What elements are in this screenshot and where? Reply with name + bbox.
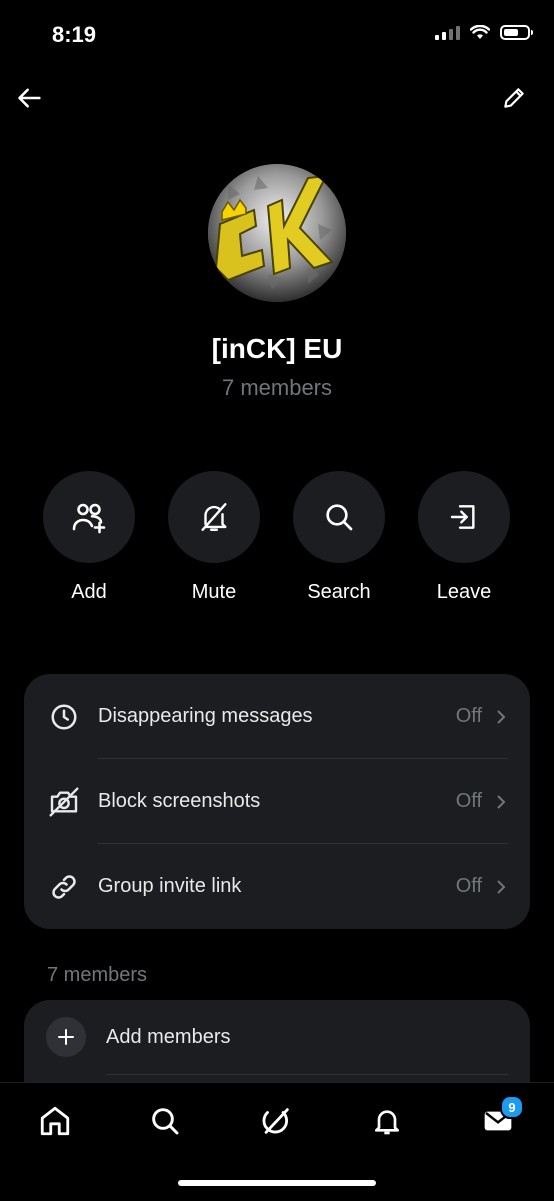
nav-grok[interactable] [254, 1099, 298, 1143]
disappearing-messages-value: Off [455, 705, 482, 727]
bell-icon [375, 1110, 399, 1135]
home-icon [40, 1106, 70, 1136]
mute-action-circle[interactable] [168, 471, 260, 563]
group-member-count: 7 members [221, 375, 333, 400]
block-screenshots-row[interactable]: Block screenshots Off [24, 759, 530, 844]
chevron-right-icon [496, 794, 508, 810]
block-screenshots-label: Block screenshots [98, 790, 261, 812]
search-action-label: Search [307, 581, 371, 603]
mute-action-button[interactable]: Mute [168, 471, 260, 604]
cellular-signal-icon [435, 24, 460, 40]
group-invite-link-value: Off [455, 875, 482, 897]
pencil-icon [504, 88, 524, 108]
nav-home[interactable] [33, 1099, 77, 1143]
add-members-row[interactable]: Add members [24, 1000, 530, 1074]
status-time: 8:19 [52, 22, 97, 47]
camera-off-icon [46, 784, 82, 820]
group-invite-link-row[interactable]: Group invite link Off [24, 844, 530, 929]
add-action-label: Add [71, 581, 107, 603]
back-button[interactable] [12, 80, 48, 116]
link-icon [46, 869, 82, 905]
group-settings-card: Disappearing messages Off Block screensh… [24, 674, 530, 929]
search-action-button[interactable]: Search [293, 471, 385, 604]
search-icon [152, 1108, 179, 1135]
leave-action-label: Leave [436, 581, 492, 603]
group-name: [inCK] EU [211, 333, 343, 364]
search-action-circle[interactable] [293, 471, 385, 563]
members-section-title: 7 members [47, 964, 148, 986]
nav-messages[interactable]: 9 [476, 1095, 524, 1143]
disappearing-messages-row[interactable]: Disappearing messages Off [24, 674, 530, 759]
bell-off-icon [201, 503, 227, 531]
plus-icon [46, 1017, 86, 1057]
block-screenshots-value: Off [455, 790, 482, 812]
leave-action-button[interactable]: Leave [418, 471, 510, 604]
add-action-button[interactable]: Add [43, 471, 135, 604]
leave-action-circle[interactable] [418, 471, 510, 563]
search-icon [326, 504, 353, 531]
group-avatar[interactable] [208, 164, 346, 302]
mute-action-label: Mute [191, 581, 237, 603]
battery-icon [500, 24, 533, 40]
status-icons [435, 24, 533, 40]
nav-search[interactable] [143, 1099, 187, 1143]
group-logo-image [208, 164, 346, 302]
chevron-right-icon [496, 709, 508, 725]
nav-notifications[interactable] [365, 1099, 409, 1143]
disappearing-messages-label: Disappearing messages [98, 705, 313, 727]
home-indicator [178, 1180, 376, 1186]
grok-icon [262, 1108, 289, 1134]
edit-group-button[interactable] [496, 80, 532, 116]
arrow-left-icon [18, 88, 41, 108]
leave-icon [450, 505, 475, 529]
chevron-right-icon [496, 879, 508, 895]
add-members-label: Add members [106, 1025, 231, 1048]
messages-badge: 9 [500, 1095, 524, 1119]
wifi-icon [470, 24, 490, 39]
group-invite-link-label: Group invite link [98, 875, 242, 897]
add-people-icon [72, 503, 106, 534]
divider [106, 1074, 508, 1075]
add-action-circle[interactable] [43, 471, 135, 563]
clock-icon [46, 699, 82, 735]
